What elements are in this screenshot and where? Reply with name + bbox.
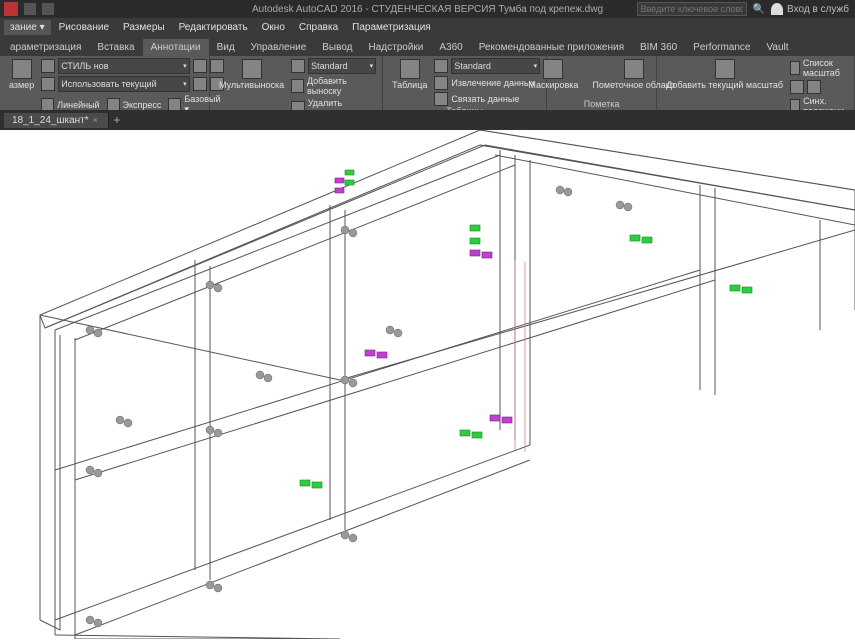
extract-icon	[434, 76, 448, 90]
linear-label[interactable]: Линейный	[57, 100, 99, 110]
del-leader-button[interactable]: Удалить выноску	[291, 98, 376, 110]
link-data-button[interactable]: Связать данные	[434, 92, 540, 106]
sync-icon	[790, 99, 800, 110]
extract-data-button[interactable]: Извлечение данных	[434, 76, 540, 90]
use-current-combo[interactable]: Использовать текущий▾	[58, 76, 189, 92]
leaderstyle-icon[interactable]	[291, 59, 305, 73]
tablestyle-icon[interactable]	[434, 59, 448, 73]
tab-insert[interactable]: Вставка	[89, 39, 142, 56]
tab-view[interactable]: Вид	[209, 39, 243, 56]
panel-leaders: Мультивыноска Standard▾ Добавить выноску…	[210, 56, 383, 110]
tab-featured[interactable]: Рекомендованные приложения	[471, 39, 632, 56]
title-bar: Autodesk AutoCAD 2016 - СТУДЕНЧЕСКАЯ ВЕР…	[0, 0, 855, 18]
express-label[interactable]: Экспресс	[123, 100, 162, 110]
qat-new-icon[interactable]	[24, 3, 36, 15]
tab-annotate[interactable]: Аннотации	[143, 39, 209, 56]
person-icon	[771, 3, 783, 15]
dim-tool1-icon[interactable]	[193, 59, 207, 73]
table-icon	[400, 59, 420, 79]
tab-perf[interactable]: Performance	[685, 39, 758, 56]
multileader-icon	[242, 59, 262, 79]
tab-addins[interactable]: Надстройки	[361, 39, 432, 56]
wipeout-icon	[543, 59, 563, 79]
tab-bim360[interactable]: BIM 360	[632, 39, 685, 56]
dim-tool3-icon[interactable]	[193, 77, 207, 91]
search-icon[interactable]: 🔍	[753, 4, 765, 15]
use-current-icon[interactable]	[41, 77, 55, 91]
menu-item-5[interactable]: Справка	[293, 20, 344, 35]
panel-sizes: азмер СТИЛЬ нов▾ Использовать текущий▾	[0, 56, 210, 110]
ribbon: азмер СТИЛЬ нов▾ Использовать текущий▾	[0, 56, 855, 110]
express-icon[interactable]	[107, 98, 120, 111]
menu-item-0[interactable]: зание ▾	[4, 20, 51, 35]
multileader-button[interactable]: Мультивыноска	[216, 58, 287, 91]
base-icon[interactable]	[168, 98, 181, 111]
signin-label: Вход в служб	[787, 4, 849, 15]
new-tab-button[interactable]: +	[109, 112, 125, 128]
linear-icon[interactable]	[41, 98, 54, 111]
scale-aux2-icon[interactable]	[807, 80, 821, 94]
add-scale-icon	[715, 59, 735, 79]
panel-scale: Добавить текущий масштаб Список масштаб …	[657, 56, 855, 110]
link-icon	[434, 92, 448, 106]
wipeout-button[interactable]: Маскировка	[525, 58, 581, 91]
menu-item-4[interactable]: Окно	[256, 20, 291, 35]
menu-bar: зание ▾ Рисование Размеры Редактировать …	[0, 18, 855, 36]
panel-markup: Маскировка Пометочное облако Пометка	[547, 56, 657, 110]
leaderstyle-combo[interactable]: Standard▾	[308, 58, 376, 74]
close-icon[interactable]: ×	[93, 115, 98, 125]
add-leader-button[interactable]: Добавить выноску	[291, 76, 376, 96]
app-icon[interactable]	[4, 2, 18, 16]
signin-button[interactable]: Вход в служб	[771, 3, 849, 15]
drawing-canvas[interactable]	[0, 130, 855, 639]
table-button[interactable]: Таблица	[389, 58, 430, 91]
del-leader-icon	[291, 101, 305, 110]
sync-pos-button[interactable]: Синх. положени	[790, 96, 848, 110]
add-leader-icon	[291, 79, 304, 93]
dimension-icon	[12, 59, 32, 79]
panel-markup-title: Пометка	[553, 99, 650, 110]
tab-param[interactable]: араметризация	[2, 39, 89, 56]
add-scale-button[interactable]: Добавить текущий масштаб	[663, 58, 786, 91]
menu-item-6[interactable]: Параметризация	[346, 20, 437, 35]
tab-output[interactable]: Вывод	[314, 39, 360, 56]
document-tab-active[interactable]: 18_1_24_шкант* ×	[4, 113, 109, 128]
dimension-button[interactable]: азмер	[6, 58, 37, 91]
scale-list-button[interactable]: Список масштаб	[790, 58, 848, 78]
qat-open-icon[interactable]	[42, 3, 54, 15]
tab-vault[interactable]: Vault	[759, 39, 797, 56]
dimstyle-combo[interactable]: СТИЛЬ нов▾	[58, 58, 189, 74]
search-input[interactable]	[637, 2, 747, 16]
panel-tables-title: Таблицы	[389, 106, 540, 110]
tab-a360[interactable]: A360	[431, 39, 470, 56]
ribbon-tabs: араметризация Вставка Аннотации Вид Упра…	[0, 36, 855, 56]
menu-item-3[interactable]: Редактировать	[173, 20, 254, 35]
tab-manage[interactable]: Управление	[243, 39, 315, 56]
scale-aux1-icon[interactable]	[790, 80, 804, 94]
scale-list-icon	[790, 61, 800, 75]
panel-tables: Таблица Standard▾ Извлечение данных Связ…	[383, 56, 547, 110]
doc-tab-label: 18_1_24_шкант*	[12, 115, 89, 126]
revcloud-icon	[624, 59, 644, 79]
menu-item-1[interactable]: Рисование	[53, 20, 115, 35]
menu-item-2[interactable]: Размеры	[117, 20, 171, 35]
document-tabs: 18_1_24_шкант* × +	[0, 110, 855, 130]
dimstyle-icon[interactable]	[41, 59, 55, 73]
